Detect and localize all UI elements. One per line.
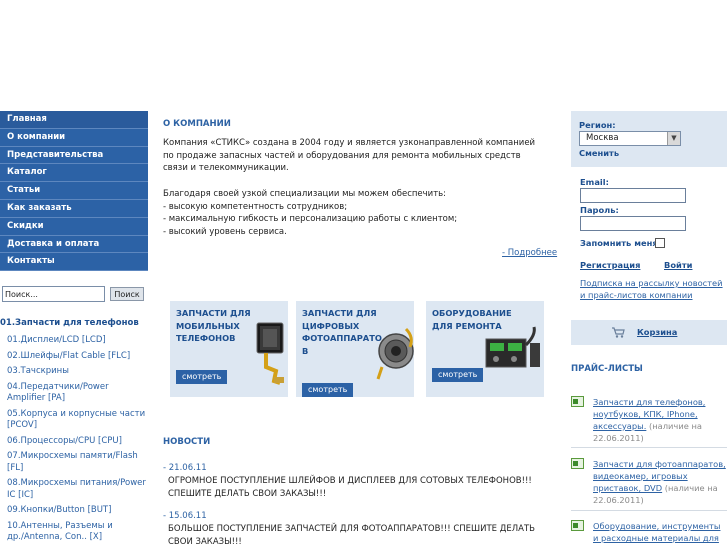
camera-lens-part-icon — [376, 327, 414, 380]
main-nav: Главная О компании Представительства Кат… — [0, 111, 148, 272]
subscribe-link[interactable]: Подписка на рассылку новостей и прайс-ли… — [580, 278, 727, 301]
catalog-item[interactable]: 10.Антенны, Разъемы и др./Antenna, Con..… — [0, 521, 148, 544]
banner-camera-parts[interactable]: ЗАПЧАСТИ ДЛЯ ЦИФРОВЫХ ФОТОАППАРАТО В смо… — [296, 301, 414, 397]
catalog-item[interactable]: 07.Микросхемы памяти/Flash [FL] — [0, 451, 148, 474]
catalog-item[interactable]: 05.Корпуса и корпусные части [PCOV] — [0, 409, 148, 432]
remember-checkbox[interactable] — [655, 238, 665, 248]
cart-link[interactable]: Корзина — [637, 327, 677, 337]
nav-item-offices[interactable]: Представительства — [0, 146, 148, 165]
news-text[interactable]: БОЛЬШОЕ ПОСТУПЛЕНИЕ ЗАПЧАСТЕЙ ДЛЯ ФОТОАП… — [168, 523, 548, 545]
catalog-tree: 01.Запчасти для телефонов 01.Дисплеи/LCD… — [0, 318, 148, 545]
cart-panel: Корзина — [571, 320, 727, 345]
banner-view-button[interactable]: смотреть — [432, 368, 484, 382]
catalog-item[interactable]: 02.Шлейфы/Flat Cable [FLC] — [0, 351, 148, 363]
login-button[interactable]: Войти — [664, 260, 692, 270]
banner-title: ЗАПЧАСТИ ДЛЯ ЦИФРОВЫХ ФОТОАППАРАТО В — [302, 308, 382, 356]
banner-repair-equipment[interactable]: ОБОРУДОВАНИЕ ДЛЯ РЕМОНТА смотреть — [426, 301, 544, 397]
catalog-item[interactable]: 03.Тачскрины — [0, 366, 148, 378]
register-link[interactable]: Регистрация — [580, 260, 640, 270]
password-field[interactable] — [580, 216, 686, 231]
divider — [571, 447, 727, 448]
region-panel: Регион: Москва ▼ Сменить — [571, 111, 727, 167]
nav-item-catalog[interactable]: Каталог — [0, 164, 148, 183]
region-select[interactable]: Москва ▼ — [579, 131, 681, 146]
more-link[interactable]: - Подробнее — [502, 248, 557, 258]
catalog-item[interactable]: 04.Передатчики/Power Amplifier [PA] — [0, 382, 148, 405]
region-change-link[interactable]: Сменить — [579, 148, 619, 158]
about-text: Компания «СТИКС» создана в 2004 году и я… — [163, 137, 543, 239]
about-bullet: - максимальную гибкость и персонализацию… — [163, 214, 458, 225]
about-bullet: - высокий уровень сервиса. — [163, 226, 287, 237]
remember-label: Запомнить меня: — [580, 238, 661, 248]
catalog-item[interactable]: 09.Кнопки/Button [BUT] — [0, 505, 148, 517]
catalog-item[interactable]: 08.Микросхемы питания/Power IC [IC] — [0, 478, 148, 501]
about-heading: О КОМПАНИИ — [163, 119, 231, 129]
banner-title: ЗАПЧАСТИ ДЛЯ МОБИЛЬНЫХ ТЕЛЕФОНОВ — [176, 308, 251, 344]
banner-view-button[interactable]: смотреть — [176, 370, 228, 384]
email-field[interactable] — [580, 188, 686, 203]
nav-item-discounts[interactable]: Скидки — [0, 217, 148, 236]
chevron-down-icon[interactable]: ▼ — [667, 132, 680, 145]
catalog-section-title[interactable]: 01.Запчасти для телефонов — [0, 318, 148, 328]
banner-phone-parts[interactable]: ЗАПЧАСТИ ДЛЯ МОБИЛЬНЫХ ТЕЛЕФОНОВ смотрет… — [170, 301, 288, 397]
search-button[interactable]: Поиск — [110, 287, 144, 301]
search-input[interactable] — [2, 286, 105, 302]
excel-file-icon — [571, 520, 584, 531]
phone-display-part-icon — [256, 322, 284, 385]
price-lists-heading: ПРАЙС-ЛИСТЫ — [571, 364, 643, 374]
region-value: Москва — [586, 133, 619, 143]
news-text[interactable]: ОГРОМНОЕ ПОСТУПЛЕНИЕ ШЛЕЙФОВ И ДИСПЛЕЕВ … — [168, 475, 548, 500]
excel-file-icon — [571, 396, 584, 407]
nav-item-delivery[interactable]: Доставка и оплата — [0, 235, 148, 254]
nav-item-how-to-order[interactable]: Как заказать — [0, 199, 148, 218]
price-list-link[interactable]: Оборудование, инструменты и расходные ма… — [593, 521, 720, 543]
divider — [571, 510, 727, 511]
excel-file-icon — [571, 458, 584, 469]
catalog-item[interactable]: 06.Процессоры/CPU [CPU] — [0, 436, 148, 448]
banner-view-button[interactable]: смотреть — [302, 383, 354, 397]
soldering-station-icon — [485, 326, 540, 368]
about-bullet: - высокую компетентность сотрудников; — [163, 201, 348, 212]
about-paragraph: Компания «СТИКС» создана в 2004 году и я… — [163, 138, 536, 174]
nav-item-contacts[interactable]: Контакты — [0, 253, 148, 272]
search-form: Поиск — [2, 286, 148, 302]
news-date: - 15.06.11 — [163, 511, 207, 521]
email-label: Email: — [580, 177, 609, 187]
region-label: Регион: — [579, 120, 616, 130]
nav-item-about[interactable]: О компании — [0, 128, 148, 147]
news-heading: НОВОСТИ — [163, 437, 211, 447]
news-date: - 21.06.11 — [163, 463, 207, 473]
nav-item-articles[interactable]: Статьи — [0, 182, 148, 200]
about-paragraph: Благодаря своей узкой специализации мы м… — [163, 188, 447, 199]
cart-icon[interactable] — [611, 327, 625, 338]
nav-item-home[interactable]: Главная — [0, 111, 148, 129]
catalog-item[interactable]: 01.Дисплеи/LCD [LCD] — [0, 335, 148, 347]
password-label: Пароль: — [580, 205, 619, 215]
